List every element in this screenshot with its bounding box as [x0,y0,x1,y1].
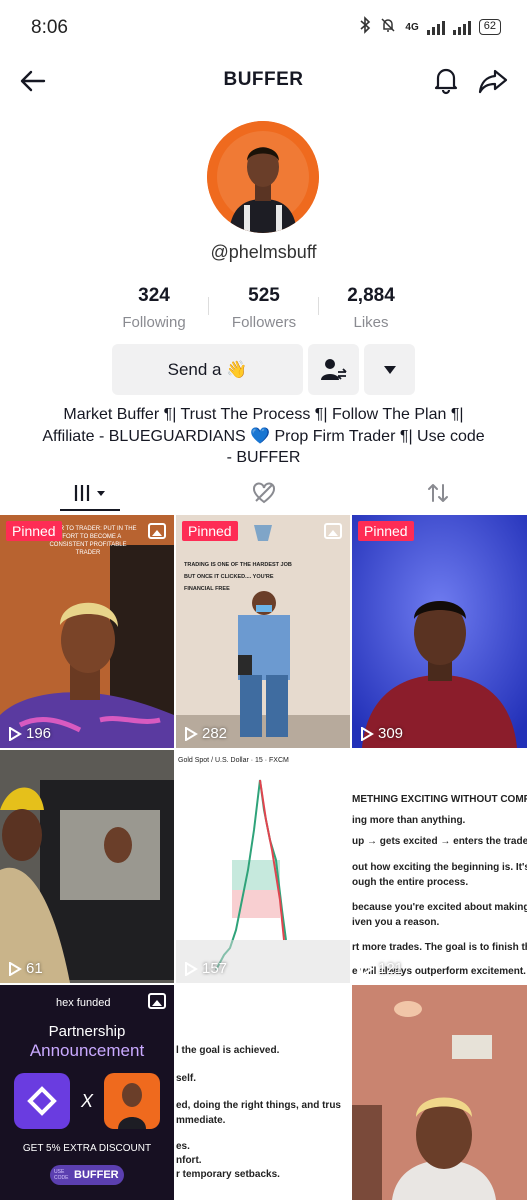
promo-code: BUFFER [74,1169,119,1181]
play-icon [9,726,22,741]
liked-hidden-icon [253,482,275,504]
promo-code-prefix: USE CODE [54,1169,69,1181]
bluetooth-icon [359,16,371,38]
photo-icon [148,523,166,539]
play-icon [361,726,374,741]
slide-line: ed, doing the right things, and trus [176,1100,341,1111]
status-icons: 4G 62 [359,16,501,38]
promo-title: Partnership [48,1023,126,1040]
play-icon [9,961,22,976]
view-count: 282 [184,725,227,742]
stat-likes[interactable]: 2,884 Likes [316,285,426,331]
play-icon [185,961,198,976]
slide-line: rt more trades. The goal is to finish th… [352,942,527,953]
status-bar: 8:06 4G 62 [0,0,527,56]
active-tab-underline [60,509,120,511]
promo-discount: GET 5% EXTRA DISCOUNT [22,1143,152,1154]
more-options-button[interactable] [364,344,415,395]
slide-line: nfort. [176,1155,202,1166]
battery-icon: 62 [478,19,501,35]
mute-icon [379,16,397,38]
video-thumbnail[interactable]: METHING EXCITING WITHOUT COMPLETING ing … [352,750,527,983]
tab-liked[interactable] [234,478,294,508]
video-thumbnail[interactable]: 61 [0,750,174,983]
slide-line: ing more than anything. [352,815,466,826]
likes-label: Likes [353,314,389,331]
promo-cross: X [80,1091,93,1111]
status-time: 8:06 [31,17,68,38]
content-tabs [0,470,527,514]
play-icon [185,726,198,741]
view-count: 196 [8,725,51,742]
repost-icon [428,484,448,502]
video-thumbnail[interactable] [352,985,527,1200]
followers-count: 525 [248,285,280,306]
view-count: 121 [360,960,403,977]
following-label: Following [122,314,186,331]
caret-down-icon [383,365,396,374]
bell-icon[interactable] [431,65,461,95]
action-buttons: Send a 👋 [0,344,527,396]
video-grid: TRADER TO TRADER: PUT IN THE EFFORT TO B… [0,515,527,1200]
video-thumbnail[interactable]: Gold Spot / U.S. Dollar · 15 · FXCM 157 [176,750,350,983]
view-count: 157 [184,960,227,977]
username: @phelmsbuff [210,242,317,262]
profile-bio: Market Buffer ¶| Trust The Process ¶| Fo… [42,406,485,466]
tab-videos[interactable] [60,478,120,508]
signal-icon-2 [452,19,471,35]
video-thumbnail[interactable]: l the goal is achieved. self. ed, doing … [176,985,350,1200]
signal-icon [426,19,445,35]
pinned-badge: Pinned [358,521,414,541]
send-wave-button[interactable]: Send a 👋 [112,344,303,395]
slide-line: es. [176,1141,190,1152]
stats-row: 324 Following 525 Followers 2,884 Likes [0,285,527,335]
network-label: 4G [405,21,419,33]
video-thumbnail[interactable]: Pinned 309 [352,515,527,748]
add-friend-button[interactable] [308,344,359,395]
video-thumbnail[interactable]: TRADER TO TRADER: PUT IN THE EFFORT TO B… [0,515,174,748]
photo-icon [148,993,166,1009]
share-icon[interactable] [477,65,509,97]
view-count: 61 [8,960,43,977]
photo-icon [324,523,342,539]
slide-line: iven you a reason. [352,917,440,928]
slide-line: r temporary setbacks. [176,1169,280,1180]
slide-line: out how exciting the beginning is. It's … [352,862,527,873]
pinned-badge: Pinned [6,521,62,541]
slide-line: up → gets excited → enters the trade → s… [352,836,527,847]
followers-label: Followers [231,314,297,331]
thumbnail-caption: TRADING IS ONE OF THE HARDEST JOB BUT ON… [184,562,292,592]
stat-followers[interactable]: 525 Followers [209,285,319,331]
play-icon [361,961,374,976]
promo-subtitle: Announcement [29,1041,145,1060]
video-thumbnail[interactable]: TRADING IS ONE OF THE HARDEST JOB BUT ON… [176,515,350,748]
slide-line: METHING EXCITING WITHOUT COMPLETING [352,794,527,805]
nav-bar: BUFFER [0,56,527,106]
slide-line: ough the entire process. [352,877,469,888]
slide-line: mmediate. [176,1115,226,1126]
video-thumbnail[interactable]: hex funded Partnership Announcement X GE… [0,985,174,1200]
avatar[interactable] [207,121,319,233]
pinned-badge: Pinned [182,521,238,541]
chart-label: Gold Spot / U.S. Dollar · 15 · FXCM [178,757,289,764]
add-friend-icon [320,358,347,380]
slide-line: self. [176,1073,197,1084]
likes-count: 2,884 [347,285,395,306]
stat-following[interactable]: 324 Following [99,285,209,331]
slide-line: because you're excited about making mone… [352,902,527,913]
grid-icon [74,485,105,501]
slide-line: l the goal is achieved. [176,1045,280,1056]
view-count: 309 [360,725,403,742]
following-count: 324 [138,285,170,306]
tab-reposts[interactable] [408,478,468,508]
brand-label: hex funded [56,997,111,1009]
